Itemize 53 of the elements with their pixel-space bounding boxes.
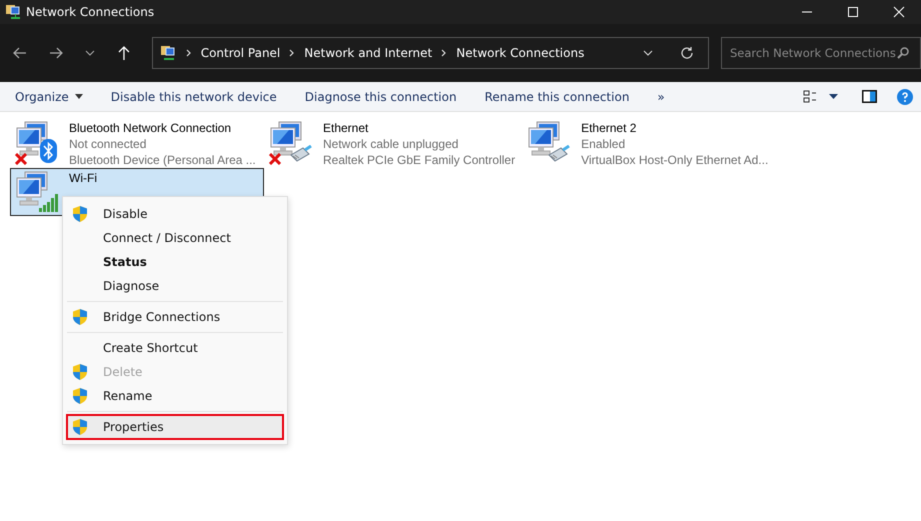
connection-status: Network cable unplugged xyxy=(323,136,460,152)
command-button[interactable]: Disable this network device xyxy=(102,86,286,108)
breadcrumb-chevron-icon[interactable] xyxy=(288,49,296,57)
address-bar[interactable]: Control Panel Network and Internet Network Connections xyxy=(152,37,709,69)
breadcrumb[interactable]: Control Panel xyxy=(200,46,280,60)
window-title: Network Connections xyxy=(26,5,154,19)
view-options-icon[interactable] xyxy=(803,90,817,104)
command-button[interactable]: » xyxy=(648,86,674,108)
menu-item[interactable]: Connect / Disconnect xyxy=(67,226,283,250)
close-icon[interactable] xyxy=(893,6,905,18)
connection-item[interactable]: Ethernet 2 Enabled VirtualBox Host-Only Ethernet Ad... xyxy=(522,118,776,166)
menu-item[interactable]: Status xyxy=(67,250,283,274)
signal-bars-icon xyxy=(39,194,61,212)
refresh-icon[interactable] xyxy=(680,46,694,60)
device-name: Realtek PCIe GbE Family Controller xyxy=(323,152,516,168)
maximize-icon[interactable] xyxy=(847,6,859,18)
breadcrumb[interactable]: Network Connections xyxy=(456,46,584,60)
connection-name: Bluetooth Network Connection xyxy=(69,120,232,136)
caret-icon xyxy=(74,94,83,99)
connection-status: Enabled xyxy=(581,136,626,152)
command-button[interactable]: Diagnose this connection xyxy=(296,86,466,108)
device-name: Bluetooth Device (Personal Area ... xyxy=(69,152,256,168)
breadcrumb[interactable]: Network and Internet xyxy=(304,46,432,60)
network-plug-icon xyxy=(289,145,313,163)
connection-item[interactable]: Bluetooth Network Connection Not connected Bluetooth Device (Personal Area ... xyxy=(10,118,264,166)
network-folder-icon xyxy=(6,4,22,20)
caret-icon[interactable] xyxy=(829,94,838,99)
forward-icon[interactable] xyxy=(48,45,64,61)
search-field[interactable]: Search Network Connections xyxy=(730,46,896,60)
menu-item[interactable]: Rename xyxy=(67,384,283,408)
up-icon[interactable] xyxy=(116,45,132,61)
search-icon xyxy=(896,46,910,60)
breadcrumb-chevron-icon[interactable] xyxy=(440,49,448,57)
connection-status: Not connected xyxy=(69,136,148,152)
network-plug-icon xyxy=(547,145,572,163)
connection-name: Wi-Fi xyxy=(69,170,97,186)
help-icon[interactable] xyxy=(897,88,913,104)
bluetooth-icon xyxy=(40,139,57,163)
command-button[interactable]: Organize xyxy=(6,86,92,108)
menu-item[interactable]: Bridge Connections xyxy=(67,305,283,329)
connection-item[interactable]: Ethernet Network cable unplugged Realtek PCIe GbE Family Controller xyxy=(264,118,522,166)
menu-item[interactable]: Properties xyxy=(67,415,283,439)
back-icon[interactable] xyxy=(12,45,28,61)
connection-name: Ethernet 2 xyxy=(581,120,638,136)
search-box[interactable]: Search Network Connections xyxy=(720,37,921,69)
preview-pane-icon[interactable] xyxy=(862,90,877,103)
connection-name: Ethernet xyxy=(323,120,370,136)
device-name: VirtualBox Host-Only Ethernet Ad... xyxy=(581,152,768,168)
menu-item[interactable]: Diagnose xyxy=(67,274,283,298)
breadcrumb-chevron-icon[interactable] xyxy=(184,49,193,57)
menu-item[interactable]: Create Shortcut xyxy=(67,336,283,360)
network-folder-icon xyxy=(160,45,177,61)
command-button[interactable]: Rename this connection xyxy=(476,86,638,108)
